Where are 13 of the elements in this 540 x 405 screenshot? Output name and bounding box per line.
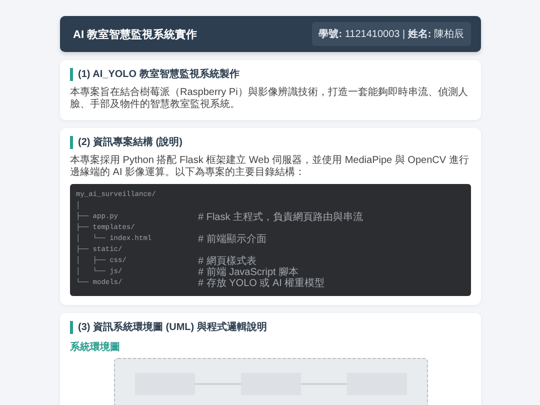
page-title: AI 教室智慧監視系統實作	[73, 28, 198, 42]
subsection-title: 系統環境圖	[70, 340, 121, 354]
code-comment: # 存放 YOLO 或 AI 權重模型	[198, 278, 325, 290]
section-text: 本專案採用 Python 搭配 Flask 框架建立 Web 伺服器，並使用 MediaPipe 與 OpenCV 進行邊緣端的 AI 影像運算。以下為專案的主要目錄結構：	[70, 155, 470, 179]
section-title: (1) AI_YOLO 教室智慧監視系統製作	[70, 68, 471, 81]
section-text: 本專案旨在結合樹莓派（Raspberry Pi）與影像辨識技術，打造一套能夠即時串流、偵測人臉、手部及物件的智慧教室監視系統。	[70, 87, 469, 111]
code-comment: # 前端顯示介面	[198, 232, 266, 246]
section-title: (3) 資訊系統環境圖 (UML) 與程式邏輯說明	[70, 321, 471, 334]
code-comment: # 網頁樣式表	[198, 254, 256, 266]
student-info-badge: 學號: 1121410003 | 姓名: 陳柏辰	[312, 22, 471, 46]
section-title: (2) 資訊專案結構 (說明)	[70, 136, 471, 149]
code-comment: # Flask 主程式，負責網頁路由與串流	[198, 210, 364, 224]
code-comment: # 前端 JavaScript 腳本	[198, 266, 299, 278]
